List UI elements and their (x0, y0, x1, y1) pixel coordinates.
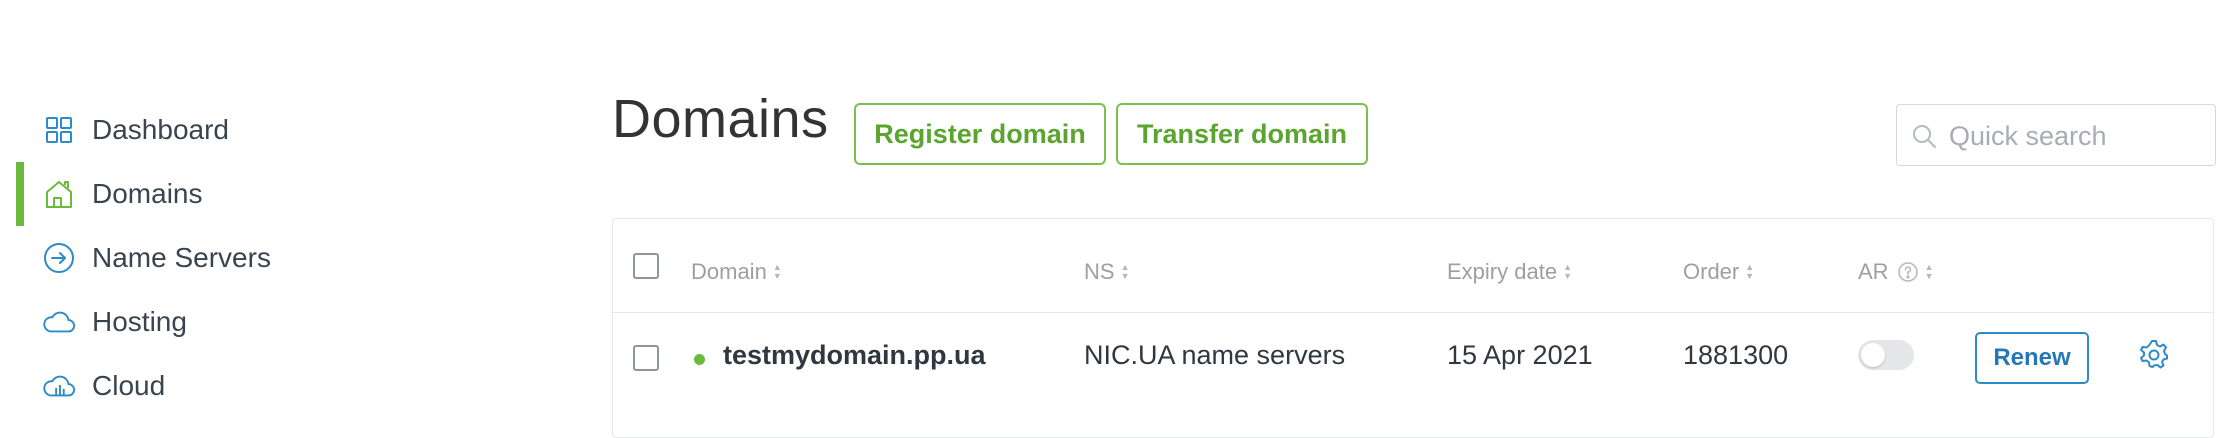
row-checkbox[interactable] (633, 345, 659, 371)
sort-icon: ▲ ▼ (772, 262, 782, 281)
search-box (1896, 104, 2216, 166)
sort-icon: ▲ ▼ (1745, 262, 1755, 281)
sidebar-item-label: Domains (92, 178, 203, 209)
column-header-ar[interactable]: AR ▲ ▼ (1858, 259, 1933, 285)
sidebar-item-domains[interactable]: Domains (0, 162, 540, 226)
gear-icon[interactable] (2139, 339, 2169, 374)
search-input[interactable] (1947, 115, 2206, 157)
column-header-ns[interactable]: NS ▲ ▼ (1084, 259, 1129, 285)
sidebar-item-name-servers[interactable]: Name Servers (0, 226, 540, 290)
domains-table: Domain ▲ ▼ NS ▲ ▼ Expiry date ▲ ▼ Order ▲ ▼ … (612, 218, 2214, 438)
order-number: 1881300 (1683, 340, 1789, 370)
sidebar-item-hosting[interactable]: Hosting (0, 290, 540, 354)
sidebar-item-label: Name Servers (92, 242, 271, 273)
sidebar-item-label: Hosting (92, 306, 187, 337)
sidebar-item-label: Cloud (92, 370, 166, 401)
column-header-domain[interactable]: Domain ▲ ▼ (691, 259, 782, 285)
sidebar-item-cloud[interactable]: Cloud (0, 354, 540, 418)
select-all-checkbox[interactable] (633, 253, 659, 279)
sort-icon: ▲ ▼ (1924, 262, 1934, 281)
sort-icon: ▲ ▼ (1563, 262, 1572, 281)
ns-value: NIC.UA name servers (1084, 340, 1346, 370)
header-divider (613, 312, 2213, 313)
grid-icon (42, 113, 76, 147)
page-title: Domains (612, 89, 829, 149)
expiry-date: 15 Apr 2021 (1447, 340, 1593, 370)
auto-renew-toggle[interactable] (1858, 340, 1914, 370)
search-icon (1911, 123, 1937, 154)
toggle-knob (1861, 343, 1885, 367)
house-icon (42, 177, 76, 211)
arrow-circle-icon (42, 241, 76, 275)
domain-name-link[interactable]: testmydomain.pp.ua (723, 340, 986, 371)
column-header-order[interactable]: Order ▲ ▼ (1683, 259, 1754, 285)
sidebar-item-label: Dashboard (92, 114, 229, 145)
sidebar-item-dashboard[interactable]: Dashboard (0, 98, 540, 162)
column-header-expiry[interactable]: Expiry date ▲ ▼ (1447, 259, 1572, 285)
cloud-server-icon (42, 369, 76, 403)
help-icon[interactable] (1897, 261, 1919, 283)
register-domain-button[interactable]: Register domain (854, 103, 1106, 165)
renew-button[interactable]: Renew (1975, 332, 2089, 384)
status-dot (694, 354, 705, 365)
sort-icon: ▲ ▼ (1120, 262, 1130, 281)
cloud-icon (42, 305, 76, 339)
transfer-domain-button[interactable]: Transfer domain (1116, 103, 1368, 165)
